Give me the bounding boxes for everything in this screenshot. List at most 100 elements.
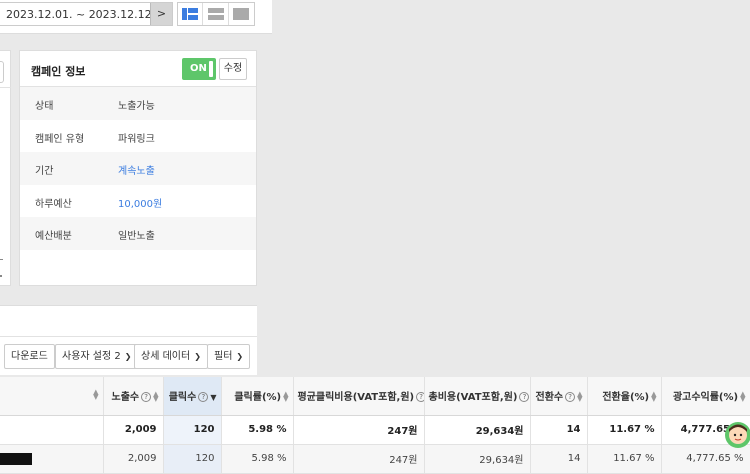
info-label: 기간 [35,166,54,177]
filter-label: 필터 [214,351,233,362]
column-header-label: 전환율(%) [602,392,650,404]
divider [0,259,3,260]
period-link[interactable]: 계속노출 [118,162,155,177]
download-button[interactable]: 다운로드 [4,344,55,369]
info-row-budget: 하루예산 10,000원 [20,185,256,218]
column-header[interactable]: 광고수익률(%) ▲ ▼ [661,377,750,416]
column-header[interactable]: 전환수? ▲ ▼ [530,377,588,416]
toggle-knob [209,61,213,77]
table-cell: 29,634원 [424,415,531,445]
sort-icon: ▲ ▼ [283,390,289,404]
grid-view-icon [182,8,199,20]
table-total-row: 2,009 120 5.98 % 247원 29,634원 14 11.67 %… [0,415,750,445]
sort-icon: ▲ ▼ [651,390,657,404]
table-cell: 247원 [293,415,425,445]
table-cell: 14 [530,415,588,445]
table-cell: 120 [163,415,222,445]
info-label: 예산배분 [35,231,72,242]
grid-view-button[interactable] [178,3,204,25]
table-cell: 2,009 [103,415,164,445]
table-cell: 14 [530,444,588,474]
table-cell: 5.98 % [221,415,294,445]
toggle-label: ON [190,63,207,74]
table-cell: 11.67 % [587,415,662,445]
table-cell: 2,009 [103,444,164,474]
detail-data-label: 상세 데이터 [141,351,191,362]
column-header-label: 광고수익률(%) [672,392,739,404]
help-icon[interactable]: ? [141,392,152,403]
info-label: 상태 [35,101,54,112]
divider [0,87,11,88]
column-header-label: 총비용(VAT포함,원) [428,392,518,404]
info-row-period: 기간 계속노출 [20,152,256,185]
detail-data-dropdown[interactable]: 상세 데이터 ❯ [134,344,208,369]
help-icon[interactable]: ? [519,392,529,403]
sort-icon: ▲ ▼ [153,390,159,404]
table-cell: 29,634원 [424,444,531,474]
table-cell [0,444,104,474]
table-cell: 247원 [293,444,425,474]
column-header-label: 노출수 [111,392,140,404]
column-header[interactable]: 평균클릭비용(VAT포함,원)?▲▼ [293,377,425,416]
info-value: 파워링크 [118,133,155,145]
table-row[interactable]: 2,009 120 5.98 % 247원 29,634원 14 11.67 %… [0,444,750,474]
column-header-label: 클릭률(%) [234,392,282,404]
info-row-budget-distribution: 예산배분 일반노출 [20,217,256,250]
info-row-type: 캠페인 유형 파워링크 [20,120,256,153]
single-view-icon [233,8,250,20]
help-icon[interactable]: ? [565,392,576,403]
download-label: 다운로드 [11,351,48,362]
user-setting-label: 사용자 설정 2 [62,351,121,362]
sort-icon: ▲ ▼ [577,390,583,404]
table-cell: 120 [163,444,222,474]
help-icon[interactable]: ? [416,392,423,403]
table-header-row: ▲ ▼ 노출수? ▲ ▼ 클릭수? ▼ 클릭률(%) ▲ ▼ 평균클릭비용(VAT포함,원)… [0,377,750,416]
report-toolbar: 다운로드 사용자 설정 2 ❯ 상세 데이터 ❯ 필터 ❯ [0,305,257,375]
campaign-info-title: 캠페인 정보 [31,65,86,78]
user-setting-dropdown[interactable]: 사용자 설정 2 ❯ [55,344,139,369]
info-label: 하루예산 [35,198,72,210]
daily-budget-link[interactable]: 10,000원 [118,195,162,210]
table-cell: 5.98 % [221,444,294,474]
divider [0,336,257,337]
chevron-down-icon: ❯ [194,352,201,361]
left-panel-card [0,50,11,286]
single-view-button[interactable] [229,3,254,25]
column-header[interactable]: 노출수? ▲ ▼ [103,377,164,416]
info-value: 노출가능 [118,101,155,112]
chat-assistant-icon[interactable] [724,420,750,450]
date-range-bar: 2023.12.01. ~ 2023.12.12. > [0,0,272,34]
column-header[interactable]: 클릭률(%) ▲ ▼ [221,377,294,416]
info-value: 일반노출 [118,231,155,242]
edit-button[interactable]: 수정 [219,58,247,80]
info-label: 캠페인 유형 [35,133,85,145]
campaign-info-header: 캠페인 정보 ON 수정 [20,51,256,87]
next-period-button[interactable]: > [150,3,172,25]
left-panel-button-edge[interactable] [0,61,4,83]
view-mode-group [177,2,255,26]
sort-desc-icon: ▼ [210,393,217,403]
column-header[interactable]: 총비용(VAT포함,원)?▲▼ [424,377,531,416]
column-header[interactable]: 클릭수? ▼ [163,377,222,416]
divider [0,275,2,277]
column-header[interactable]: 전환율(%) ▲ ▼ [587,377,662,416]
list-view-button[interactable] [203,3,229,25]
table-cell [0,415,104,445]
sort-icon: ▲ ▼ [740,390,746,404]
chevron-down-icon: ❯ [236,352,244,361]
name-column-header[interactable]: ▲ ▼ [0,377,104,416]
table-cell: 11.67 % [587,444,662,474]
campaign-on-toggle[interactable]: ON [182,58,216,80]
column-header-label: 평균클릭비용(VAT포함,원) [297,392,415,404]
date-range-text: 2023.12.01. ~ 2023.12.12. [6,8,156,21]
info-row-status: 상태 노출가능 [20,87,256,120]
column-header-label: 클릭수 [168,392,197,404]
date-range-picker[interactable]: 2023.12.01. ~ 2023.12.12. > [0,2,173,26]
chevron-down-icon: ❯ [124,352,132,361]
redacted-name [0,452,32,465]
filter-dropdown[interactable]: 필터 ❯ [207,344,251,369]
help-icon[interactable]: ? [198,392,209,403]
sort-icon: ▲ ▼ [93,388,99,402]
stats-table: ▲ ▼ 노출수? ▲ ▼ 클릭수? ▼ 클릭률(%) ▲ ▼ 평균클릭비용(VAT포함,원)… [0,377,750,474]
campaign-info-card: 캠페인 정보 ON 수정 상태 노출가능 캠페인 유형 파워링크 기간 계속노출… [19,50,257,286]
